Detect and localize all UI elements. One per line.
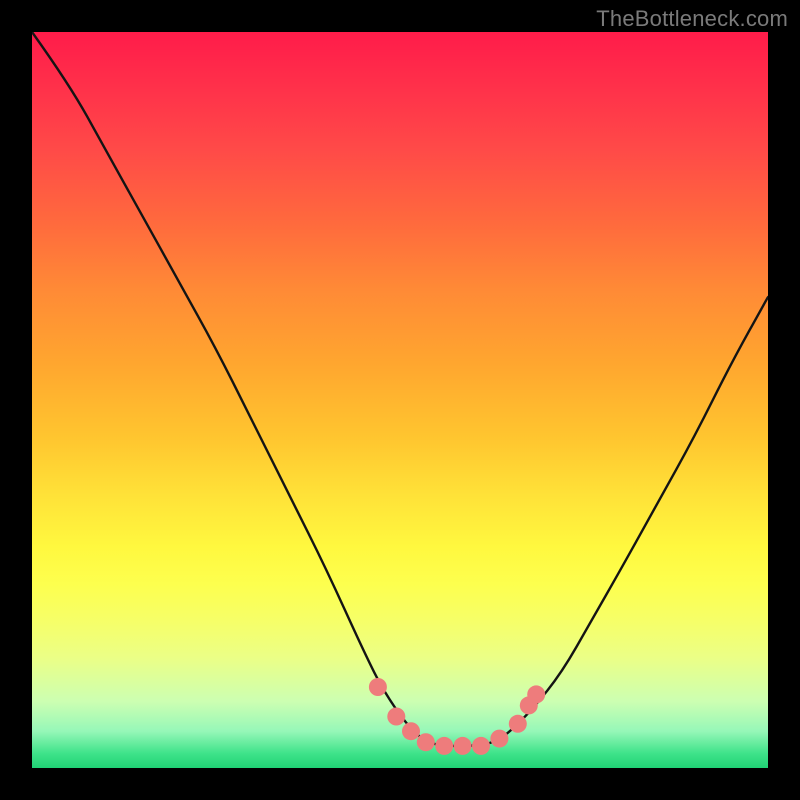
curve-marker (417, 733, 435, 751)
plot-area (32, 32, 768, 768)
curve-marker (369, 678, 387, 696)
curve-marker (454, 737, 472, 755)
chart-frame: TheBottleneck.com (0, 0, 800, 800)
curve-markers (369, 678, 545, 755)
curve-marker (527, 685, 545, 703)
curve-marker (387, 708, 405, 726)
curve-marker (402, 722, 420, 740)
bottleneck-curve-svg (32, 32, 768, 768)
curve-marker (435, 737, 453, 755)
curve-marker (490, 730, 508, 748)
watermark-text: TheBottleneck.com (596, 6, 788, 32)
bottleneck-curve (32, 32, 768, 746)
curve-marker (509, 715, 527, 733)
curve-marker (472, 737, 490, 755)
